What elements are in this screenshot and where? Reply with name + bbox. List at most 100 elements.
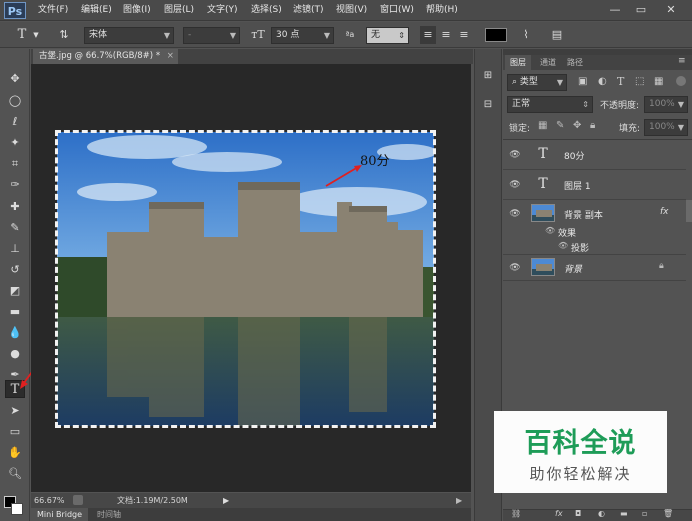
photoshop-logo: Ps [4, 2, 26, 19]
filter-shape-icon[interactable]: ⬚ [635, 76, 644, 87]
effect-visibility-icon[interactable]: 👁︎ [558, 241, 568, 250]
tab-channels[interactable]: 通道 [535, 55, 561, 70]
fill-field[interactable]: 100% ▼ [644, 119, 688, 136]
layer-row-layer1[interactable] [503, 170, 686, 200]
layer-filter-select[interactable]: ⌕ 类型 ▼ [507, 74, 567, 91]
scroll-right-icon[interactable]: ▶ [456, 493, 462, 508]
trash-icon[interactable]: 🗑︎ [663, 509, 673, 518]
magic-wand-icon[interactable]: ✦ [5, 134, 25, 152]
watermark-subtitle: 助你轻松解决 [529, 465, 632, 483]
path-selection-icon[interactable]: ➤ [5, 402, 25, 420]
layers-scrollbar[interactable] [686, 200, 692, 222]
history-panel-icon[interactable]: ⊞ [479, 68, 497, 84]
menu-layer[interactable]: 图层(L) [164, 0, 194, 21]
minimize-button[interactable]: — [604, 0, 626, 21]
layer-row-80fen[interactable] [503, 140, 686, 170]
text-color-swatch[interactable] [485, 28, 507, 42]
menu-type[interactable]: 文字(Y) [207, 0, 238, 21]
zoom-tool-icon[interactable]: 🔍︎ [5, 465, 25, 483]
tab-layers[interactable]: 图层 [505, 55, 531, 70]
layer-name[interactable]: 80分 [564, 149, 584, 162]
menu-window[interactable]: 窗口(W) [380, 0, 414, 21]
link-layers-icon[interactable]: ⛓ [511, 509, 521, 518]
filter-adjustment-icon[interactable]: ◐ [598, 76, 607, 87]
filter-toggle[interactable] [676, 76, 686, 86]
document-tab[interactable]: 古堡.jpg @ 66.7%(RGB/8#) * × [33, 49, 178, 64]
align-left-icon[interactable]: ≡ [420, 26, 436, 44]
add-style-icon[interactable]: fx [555, 509, 563, 518]
align-center-icon[interactable]: ≡ [438, 26, 454, 44]
hand-tool-icon[interactable]: ✋ [5, 444, 25, 462]
menu-image[interactable]: 图像(I) [123, 0, 151, 21]
menu-file[interactable]: 文件(F) [38, 0, 68, 21]
menu-select[interactable]: 选择(S) [251, 0, 282, 21]
layer-name[interactable]: 背景 [564, 262, 582, 275]
lasso-tool-icon[interactable]: ℓ [5, 113, 25, 131]
menu-edit[interactable]: 编辑(E) [81, 0, 112, 21]
layer-name[interactable]: 背景 副本 [564, 208, 603, 221]
add-mask-icon[interactable]: ◘ [575, 509, 581, 518]
font-style-select[interactable]: - ▼ [183, 27, 240, 44]
zoom-level[interactable]: 66.67% [34, 493, 65, 508]
rectangle-tool-icon[interactable]: ▭ [5, 423, 25, 441]
panel-menu-icon[interactable]: ≡ [678, 56, 686, 66]
crop-tool-icon[interactable]: ⌗ [5, 155, 25, 173]
lock-transparency-icon[interactable]: ▦ [538, 120, 547, 131]
healing-brush-icon[interactable]: ✚ [5, 198, 25, 216]
move-tool-icon[interactable]: ✥ [5, 70, 25, 88]
eraser-tool-icon[interactable]: ◩ [5, 282, 25, 300]
marquee-tool-icon[interactable]: ◯ [5, 92, 25, 110]
new-layer-icon[interactable]: ▫ [642, 509, 647, 518]
lock-pixels-icon[interactable]: ✎ [556, 120, 564, 131]
filter-smart-object-icon[interactable]: ▦ [654, 76, 663, 87]
tab-mini-bridge[interactable]: Mini Bridge [31, 508, 89, 521]
eye-icon[interactable]: 👁︎ [508, 207, 522, 221]
effect-drop-shadow[interactable]: 投影 [571, 241, 589, 254]
tab-paths[interactable]: 路径 [562, 55, 588, 70]
restore-button[interactable]: ▭ [630, 0, 652, 21]
eye-icon[interactable]: 👁︎ [508, 261, 522, 275]
lock-all-icon[interactable]: 🔒︎ [590, 120, 595, 131]
menu-filter[interactable]: 滤镜(T) [293, 0, 324, 21]
adjustment-layer-icon[interactable]: ◐ [598, 509, 605, 518]
warp-text-icon[interactable]: ⌇ [518, 26, 534, 44]
lock-position-icon[interactable]: ✥ [573, 120, 581, 131]
align-right-icon[interactable]: ≡ [456, 26, 472, 44]
close-tab-icon[interactable]: × [167, 51, 174, 61]
font-size-icon: ᴛT [251, 28, 265, 41]
tab-timeline[interactable]: 时间轴 [93, 508, 125, 521]
effects-visibility-icon[interactable]: 👁︎ [545, 226, 555, 235]
antialias-select[interactable]: 无 ⇕ [366, 27, 409, 44]
layer-name[interactable]: 图层 1 [564, 179, 591, 192]
history-brush-icon[interactable]: ↺ [5, 261, 25, 279]
eye-icon[interactable]: 👁︎ [508, 178, 522, 192]
font-family-select[interactable]: 宋体 ▼ [84, 27, 174, 44]
character-panel-icon[interactable]: ▤ [548, 26, 566, 44]
actions-panel-icon[interactable]: ⊟ [479, 97, 497, 113]
filter-pixel-icon[interactable]: ▣ [578, 76, 587, 87]
filter-type-icon[interactable]: T [617, 75, 624, 88]
status-icon[interactable] [73, 495, 83, 505]
clone-stamp-icon[interactable]: ⊥ [5, 240, 25, 258]
chevron-down-icon[interactable]: ▼ [32, 26, 40, 44]
fx-icon[interactable]: fx [660, 207, 669, 217]
close-button[interactable]: ✕ [660, 0, 682, 21]
bottom-panel-tabs: Mini Bridge 时间轴 [31, 508, 471, 521]
overlay-text-80fen[interactable]: 80分 [360, 150, 390, 169]
new-group-icon[interactable]: ▬ [620, 509, 628, 518]
eyedropper-icon[interactable]: ✑ [5, 176, 25, 194]
eye-icon[interactable]: 👁︎ [508, 148, 522, 162]
type-tool-preset-icon[interactable]: T [13, 26, 31, 44]
text-orientation-icon[interactable]: ⇅ [55, 26, 73, 44]
menu-view[interactable]: 视图(V) [336, 0, 367, 21]
background-color-swatch[interactable] [11, 503, 23, 515]
brush-tool-icon[interactable]: ✎ [5, 219, 25, 237]
layer-thumbnail [531, 204, 555, 222]
opacity-field[interactable]: 100% ▼ [644, 96, 688, 113]
blend-mode-select[interactable]: 正常 ⇕ [507, 96, 593, 113]
font-size-select[interactable]: 30 点 ▼ [271, 27, 334, 44]
status-menu-arrow-icon[interactable]: ▶ [223, 493, 229, 508]
gradient-tool-icon[interactable]: ▬ [5, 303, 25, 321]
fill-label: 填充: [619, 124, 641, 134]
menu-help[interactable]: 帮助(H) [426, 0, 458, 21]
